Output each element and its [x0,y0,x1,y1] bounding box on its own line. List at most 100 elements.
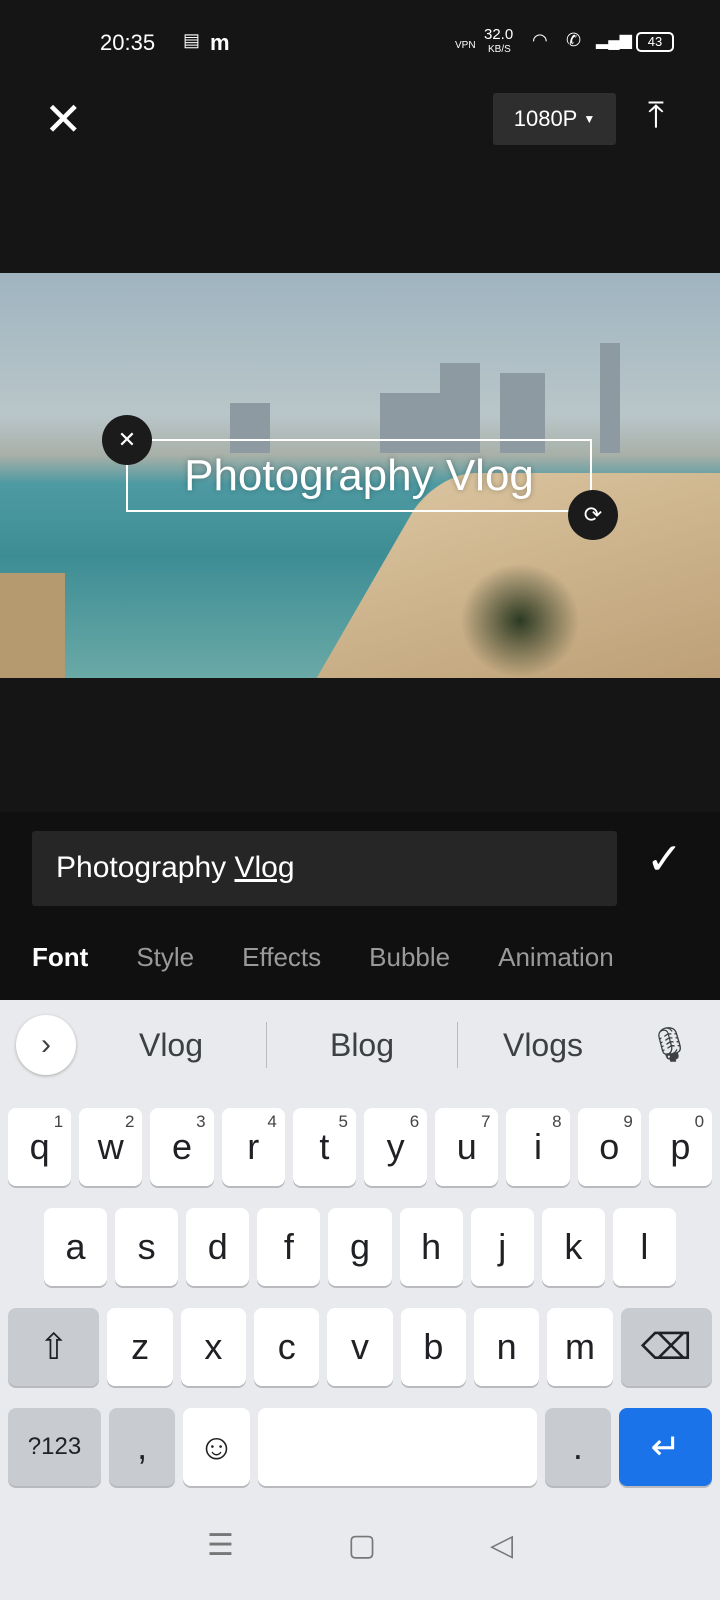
tab-font[interactable]: Font [32,942,88,973]
resolution-dropdown[interactable]: 1080P ▼ [493,93,616,145]
input-text: Photography [56,851,235,884]
key-label: l [640,1226,649,1267]
key-row-3: ⇧ z x c v b n m ⌫ [8,1308,713,1386]
key-label: q [29,1126,50,1167]
suggestion[interactable]: Vlog [76,1027,266,1064]
letter-key[interactable]: u7 [435,1108,499,1186]
key-hint: 9 [623,1112,633,1131]
letter-key[interactable]: x [180,1308,247,1386]
key-hint: 8 [552,1112,562,1131]
space-key[interactable] [257,1408,537,1486]
app-m-icon: m [210,30,230,55]
letter-key[interactable]: v [327,1308,393,1386]
key-label: h [421,1226,442,1267]
key-row-2: a sdf g hjk l [8,1208,712,1286]
comma-key[interactable]: , [108,1408,176,1486]
network-speed: 32.0 [484,26,514,43]
key-label: u [456,1126,477,1167]
letter-key[interactable]: g [328,1208,392,1286]
letter-key[interactable]: c [254,1308,320,1386]
key-label: a [65,1226,86,1267]
back-icon[interactable]: ◁ [490,1528,513,1563]
key-label: e [171,1126,193,1167]
home-icon[interactable]: ▢ [348,1528,376,1563]
period-key[interactable]: . [544,1408,612,1486]
rock [0,573,65,678]
resolution-label: 1080P [513,106,578,131]
key-label: x [204,1326,223,1367]
key-label: r [247,1126,260,1167]
letter-key[interactable]: i8 [506,1108,570,1186]
recents-icon[interactable]: ☰ [207,1528,234,1563]
symbols-key[interactable]: ?123 [8,1408,101,1486]
letter-key[interactable]: z [107,1308,173,1386]
key-label: m [564,1326,595,1367]
letter-key[interactable]: e3 [150,1108,214,1186]
letter-key[interactable]: b [400,1308,466,1386]
enter-key[interactable]: ↵ [619,1408,712,1486]
rotate-scale-handle[interactable]: ⟳ [568,490,618,540]
letter-key[interactable]: a [44,1208,108,1286]
key-hint: 5 [338,1112,349,1131]
key-row-1: q1w2e3r4t5y6u7i8o9p0 [8,1108,713,1186]
microphone-icon[interactable]: 🎙 [648,1025,691,1065]
delete-text-handle[interactable]: ✕ [102,415,152,465]
letter-key[interactable]: n [473,1308,540,1386]
status-bar: 20:35 ▤ m VPN 32.0 KB/S ◠ ✆ ▂▄▆ 43 [0,26,720,66]
signal-icon: ▂▄▆ [596,32,632,49]
key-hint: 4 [267,1112,277,1131]
navigation-bar: ☰ ▢ ◁ [0,1490,720,1600]
key-hint: 1 [53,1112,64,1131]
palm-tree [460,563,580,678]
export-upload-button[interactable]: ⤒ [648,94,664,137]
letter-key[interactable]: w2 [79,1108,143,1186]
shift-icon: ⇧ [38,1326,69,1367]
expand-toolbar-button[interactable]: › [16,1015,76,1075]
text-overlay-box[interactable]: Photography Vlog [126,439,592,512]
key-label: t [319,1126,330,1167]
letter-key[interactable]: j [470,1208,534,1286]
letter-key[interactable]: s [115,1208,179,1286]
video-preview[interactable]: Photography Vlog ✕ ⟳ [0,273,720,678]
clock: 20:35 [100,30,156,55]
input-composing-text: Vlog [234,851,295,884]
key-label: f [283,1226,294,1267]
key-label: c [277,1326,296,1367]
backspace-key[interactable]: ⌫ [620,1308,713,1386]
key-label: n [496,1326,517,1367]
suggestion[interactable]: Vlogs [458,1027,628,1064]
letter-key[interactable]: d [186,1208,250,1286]
letter-key[interactable]: l [612,1208,676,1286]
letter-key[interactable]: p0 [648,1108,713,1186]
rotate-icon: ⟳ [583,502,603,527]
confirm-check-button[interactable]: ✓ [646,834,683,885]
letter-key[interactable]: o9 [577,1108,641,1186]
close-button[interactable]: ✕ [44,96,83,142]
letter-key[interactable]: m [547,1308,613,1386]
tab-animation[interactable]: Animation [498,942,614,973]
key-label: g [349,1226,370,1267]
shift-key[interactable]: ⇧ [8,1308,100,1386]
letter-key[interactable]: q1 [8,1108,72,1186]
text-input[interactable]: Photography Vlog [32,831,617,906]
key-row-4: ?123 , ☺ . ↵ [8,1408,712,1486]
key-label: k [564,1226,583,1267]
tab-style[interactable]: Style [136,942,194,973]
suggestion-bar: › Vlog Blog Vlogs 🎙 [0,1000,720,1090]
editor-tabs: Font Style Effects Bubble Animation [32,942,614,973]
letter-key[interactable]: t5 [292,1108,357,1186]
letter-key[interactable]: k [541,1208,605,1286]
tab-effects[interactable]: Effects [242,942,321,973]
letter-key[interactable]: f [257,1208,321,1286]
key-hint: 3 [196,1112,206,1131]
letter-key[interactable]: r4 [221,1108,285,1186]
overlay-text: Photography Vlog [184,450,534,500]
suggestion[interactable]: Blog [267,1027,457,1064]
emoji-key[interactable]: ☺ [183,1408,250,1486]
message-icon: ▤ [183,30,201,50]
key-label: s [137,1226,156,1267]
text-editor-panel: Photography Vlog ✓ Font Style Effects Bu… [0,812,720,1000]
tab-bubble[interactable]: Bubble [369,942,450,973]
letter-key[interactable]: y6 [364,1108,428,1186]
letter-key[interactable]: h [399,1208,463,1286]
